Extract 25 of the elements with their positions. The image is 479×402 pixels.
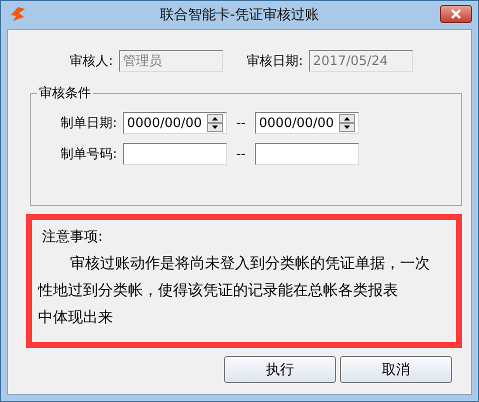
- input-field[interactable]: [123, 143, 227, 165]
- auditor-field: 管理员: [119, 50, 223, 72]
- notice-text: 性地过到分类帐，使得该凭证的记录能在总帐各类报表: [38, 281, 399, 300]
- range-separator: --: [235, 116, 247, 130]
- notice-text: 审核过账动作是将尚未登入到分类帐的凭证单据，一次: [69, 254, 431, 273]
- notice-text: 中体现出来: [38, 308, 114, 327]
- condition-label: 制单号码:: [60, 146, 118, 163]
- input-field[interactable]: [255, 143, 359, 165]
- window-title: 联合智能卡-凭证审核过账: [160, 6, 320, 24]
- range-separator: --: [235, 146, 247, 162]
- audit-date-field: 2017/05/24: [309, 50, 413, 72]
- cancel-button[interactable]: 取消: [340, 356, 452, 383]
- spinner-icon[interactable]: [207, 114, 223, 132]
- date-field[interactable]: 0000/00/00: [123, 112, 227, 134]
- condition-label: 制单日期:: [60, 115, 118, 132]
- audit-date-label: 审核日期:: [246, 53, 304, 70]
- spinner-icon[interactable]: [339, 114, 355, 132]
- date-field[interactable]: 0000/00/00: [255, 112, 359, 134]
- auditor-label: 审核人:: [68, 53, 114, 70]
- execute-button[interactable]: 执行: [224, 356, 336, 383]
- close-icon: [451, 9, 461, 19]
- notice-title: 注意事项:: [41, 228, 104, 246]
- app-logo-icon: [9, 5, 27, 23]
- close-button[interactable]: [440, 5, 472, 23]
- group-title: 审核条件: [38, 85, 92, 102]
